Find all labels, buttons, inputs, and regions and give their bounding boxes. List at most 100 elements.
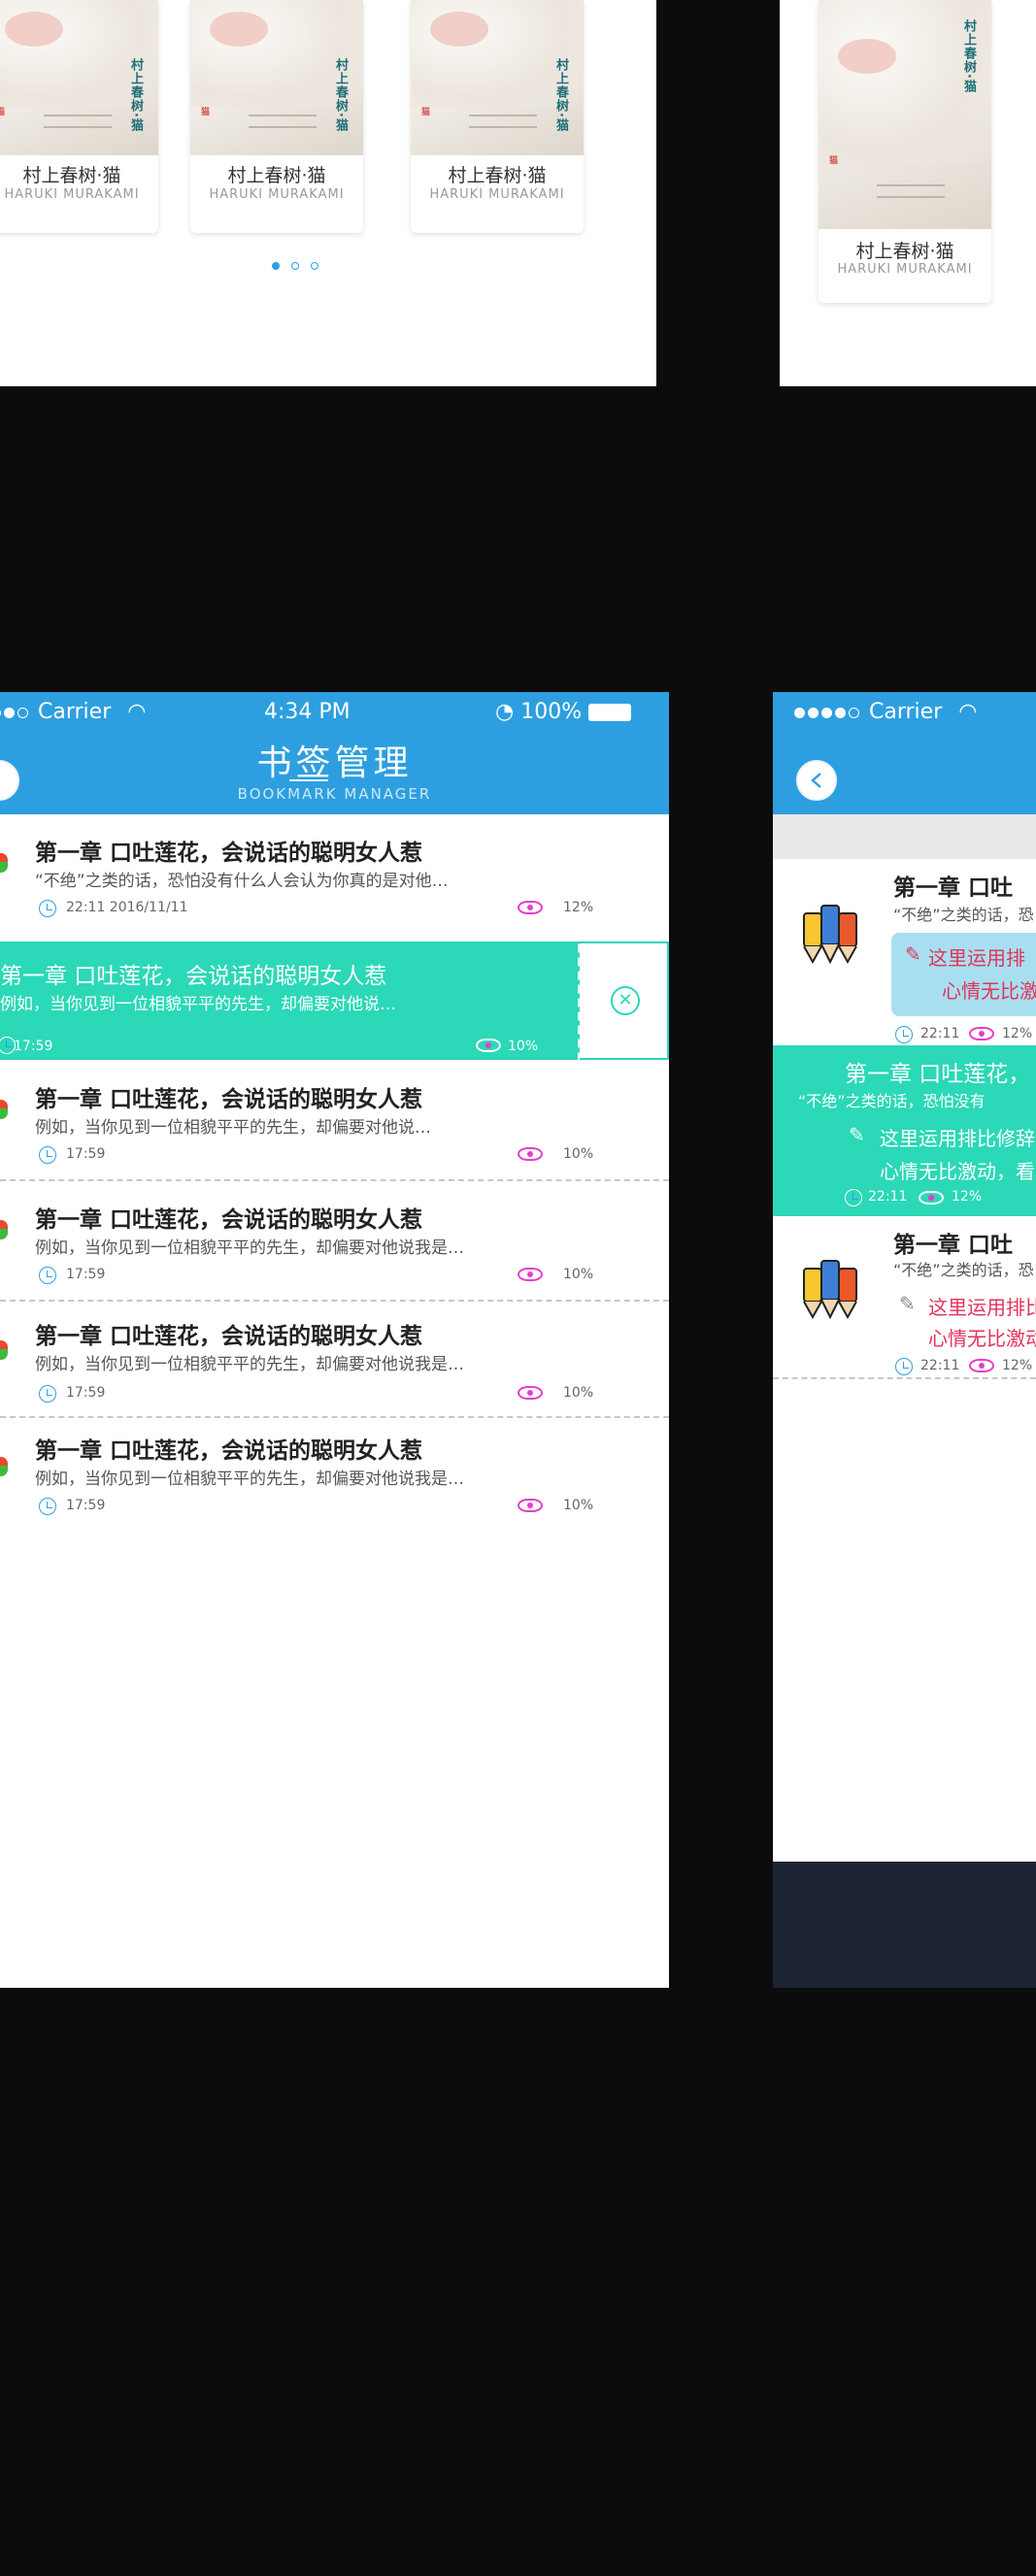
cover-subtitle: 猫 (419, 107, 429, 116)
bookmark-title: 第一章 口吐莲花，会说话的聪明女人惹 (35, 1438, 423, 1464)
cover-title: 村上春树·猫 (333, 58, 348, 132)
bookmark-row[interactable]: 第一章 口吐莲花，会说话的聪明女人惹 例如，当你见到一位相貌平平的先生，却偏要对… (0, 1061, 669, 1181)
book-card[interactable]: 村上春树·猫 猫 村上春树·猫 HARUKI MURAKAMI (819, 0, 991, 303)
book-card[interactable]: 村上春树·猫 猫 村上春树·猫 HARUKI MURAKAMI (190, 0, 363, 233)
book-card[interactable]: 村上春树·猫 猫 村上春树·猫 HARUKI MURAKAMI (0, 0, 158, 233)
bookmark-excerpt: “不绝”之类的话，恐怕没有什么人会认为你真的是对他… (35, 872, 449, 891)
bookmark-title: 第一章 口吐莲花，会说话的聪明女人惹 (35, 1207, 423, 1233)
eye-icon (518, 1147, 543, 1161)
edit-icon: ✎ (849, 1123, 865, 1146)
pager-dot[interactable] (311, 262, 318, 270)
note-text: 心情无比激动 (928, 1327, 1036, 1350)
bookmark-excerpt: 例如，当你见到一位相貌平平的先生，却偏要对他说我是… (35, 1238, 464, 1258)
page-title: 书签管理 (256, 743, 413, 783)
bookmark-excerpt: 例如，当你见到一位相貌平平的先生，却偏要对他说… (0, 995, 396, 1014)
row-divider (773, 1377, 1036, 1379)
status-carrier: Carrier ◠ (794, 700, 977, 724)
back-button[interactable] (796, 760, 837, 801)
book-cover-image: 村上春树·猫 猫 (411, 0, 584, 155)
note-excerpt: “不绝”之类的话，恐 (893, 906, 1034, 924)
cover-subtitle: 猫 (0, 107, 4, 116)
status-time: 4:34 PM (264, 700, 351, 724)
carrier-label: Carrier (38, 700, 112, 724)
pencils-icon (803, 1260, 857, 1320)
note-time: 22:11 (920, 1026, 960, 1041)
bottom-bar (773, 1862, 1036, 1988)
bookmark-row[interactable]: 第一章 口吐莲花，会说话的聪明女人惹 例如，当你见到一位相貌平平的先生，却偏要对… (0, 1418, 669, 1535)
pencil-icon (0, 1340, 8, 1360)
clock-icon (39, 1385, 56, 1403)
clock-icon (39, 1267, 56, 1284)
book-author: HARUKI MURAKAMI (837, 262, 973, 277)
read-progress: 10% (563, 1146, 594, 1162)
note-row[interactable]: 第一章 口吐 “不绝”之类的话，恐 ✎ 这里运用排 心情无比激 22:11 12… (773, 859, 1036, 1043)
note-row-swiped[interactable]: 第一章 口吐莲花， “不绝”之类的话，恐怕没有 ✎ 这里运用排比修辞 心情无比激… (773, 1045, 1036, 1216)
clock-icon (39, 900, 56, 917)
pager-dot[interactable] (291, 262, 299, 270)
bookmark-title: 第一章 口吐莲花，会说话的聪明女人惹 (35, 841, 423, 866)
bookmark-row-swiped[interactable]: 第一章 口吐莲花，会说话的聪明女人惹 例如，当你见到一位相貌平平的先生，却偏要对… (0, 941, 669, 1060)
book-title: 村上春树·猫 (855, 241, 954, 262)
read-progress: 10% (563, 1267, 594, 1282)
pencils-icon (803, 905, 857, 965)
note-excerpt: “不绝”之类的话，恐怕没有 (798, 1092, 986, 1110)
note-row[interactable]: 第一章 口吐 “不绝”之类的话，恐 ✎ 这里运用排比 心情无比激动 22:11 … (773, 1216, 1036, 1381)
status-carrier: Carrier ◠ (0, 700, 146, 724)
nav-bar: Carrier ◠ (773, 692, 1036, 814)
eye-icon (969, 1027, 994, 1040)
delete-button[interactable]: ✕ (611, 986, 640, 1015)
book-carousel-screen: 村上春树·猫 猫 村上春树·猫 HARUKI MURAKAMI 村上春树·猫 猫… (0, 0, 656, 386)
book-author: HARUKI MURAKAMI (429, 187, 565, 202)
note-chapter-title: 第一章 口吐 (893, 1233, 1014, 1258)
bookmark-row[interactable]: 第一章 口吐莲花，会说话的聪明女人惹 例如，当你见到一位相貌平平的先生，却偏要对… (0, 1181, 669, 1302)
battery-label: 100% (520, 700, 583, 724)
bookmark-time: 17:59 (14, 1039, 53, 1054)
clock-icon (39, 1146, 56, 1164)
note-text: 心情无比激动，看 (880, 1160, 1035, 1183)
note-text: 这里运用排比修辞 (880, 1127, 1035, 1150)
book-title: 村上春树·猫 (448, 165, 547, 186)
pager-dot[interactable] (272, 262, 280, 270)
read-progress: 12% (1002, 1358, 1033, 1373)
swipe-action-panel: ✕ (580, 941, 669, 1060)
wifi-icon: ◠ (127, 700, 147, 724)
notes-screen: Carrier ◠ 第一章 口吐 “不绝”之类的话，恐 ✎ 这里运用排 心情无比… (773, 692, 1036, 1988)
cover-subtitle: 猫 (199, 107, 209, 116)
bookmark-time: 17:59 (66, 1385, 106, 1401)
signal-icon (0, 700, 31, 724)
swiped-content[interactable]: 第一章 口吐莲花，会说话的聪明女人惹 例如，当你见到一位相貌平平的先生，却偏要对… (0, 941, 587, 1060)
book-cover-image: 村上春树·猫 猫 (0, 0, 158, 155)
book-title: 村上春树·猫 (227, 165, 326, 186)
eye-icon (518, 1499, 543, 1512)
note-bubble[interactable]: ✎ 这里运用排 心情无比激 (891, 933, 1036, 1016)
bookmark-row[interactable]: 第一章 口吐莲花，会说话的聪明女人惹 “不绝”之类的话，恐怕没有什么人会认为你真… (0, 814, 669, 941)
cover-title: 村上春树·猫 (961, 19, 976, 93)
read-progress: 12% (1002, 1026, 1033, 1041)
bookmark-title: 第一章 口吐莲花，会说话的聪明女人惹 (35, 1087, 423, 1112)
carousel-pager[interactable] (272, 262, 318, 270)
cover-title: 村上春树·猫 (553, 58, 568, 132)
bookmark-time: 17:59 (66, 1267, 106, 1282)
pencil-icon (0, 1220, 8, 1239)
bookmark-time: 17:59 (66, 1498, 106, 1513)
eye-icon (518, 1386, 543, 1400)
note-chapter-title: 第一章 口吐莲花， (845, 1062, 1031, 1087)
carrier-label: Carrier (869, 700, 943, 724)
clock-icon (39, 1498, 56, 1515)
signal-icon (794, 700, 862, 724)
battery-icon (588, 704, 632, 721)
wifi-icon: ◠ (958, 700, 978, 724)
edit-icon: ✎ (905, 942, 921, 966)
nav-bar: Carrier ◠ 4:34 PM ◔ 100% 书签管理 BOOKMARK M… (0, 692, 669, 814)
rotation-lock-icon: ◔ (495, 700, 515, 724)
cover-title: 村上春树·猫 (128, 58, 143, 132)
bookmark-excerpt: 例如，当你见到一位相貌平平的先生，却偏要对他说我是… (35, 1355, 464, 1374)
read-progress: 10% (563, 1385, 594, 1401)
clock-icon (845, 1189, 862, 1206)
bookmark-row[interactable]: 第一章 口吐莲花，会说话的聪明女人惹 例如，当你见到一位相貌平平的先生，却偏要对… (0, 1302, 669, 1418)
bookmark-title: 第一章 口吐莲花，会说话的聪明女人惹 (35, 1324, 423, 1349)
cover-subtitle: 猫 (827, 155, 837, 164)
clock-icon (895, 1358, 913, 1375)
book-card[interactable]: 村上春树·猫 猫 村上春树·猫 HARUKI MURAKAMI (411, 0, 584, 233)
eye-icon (476, 1039, 501, 1052)
